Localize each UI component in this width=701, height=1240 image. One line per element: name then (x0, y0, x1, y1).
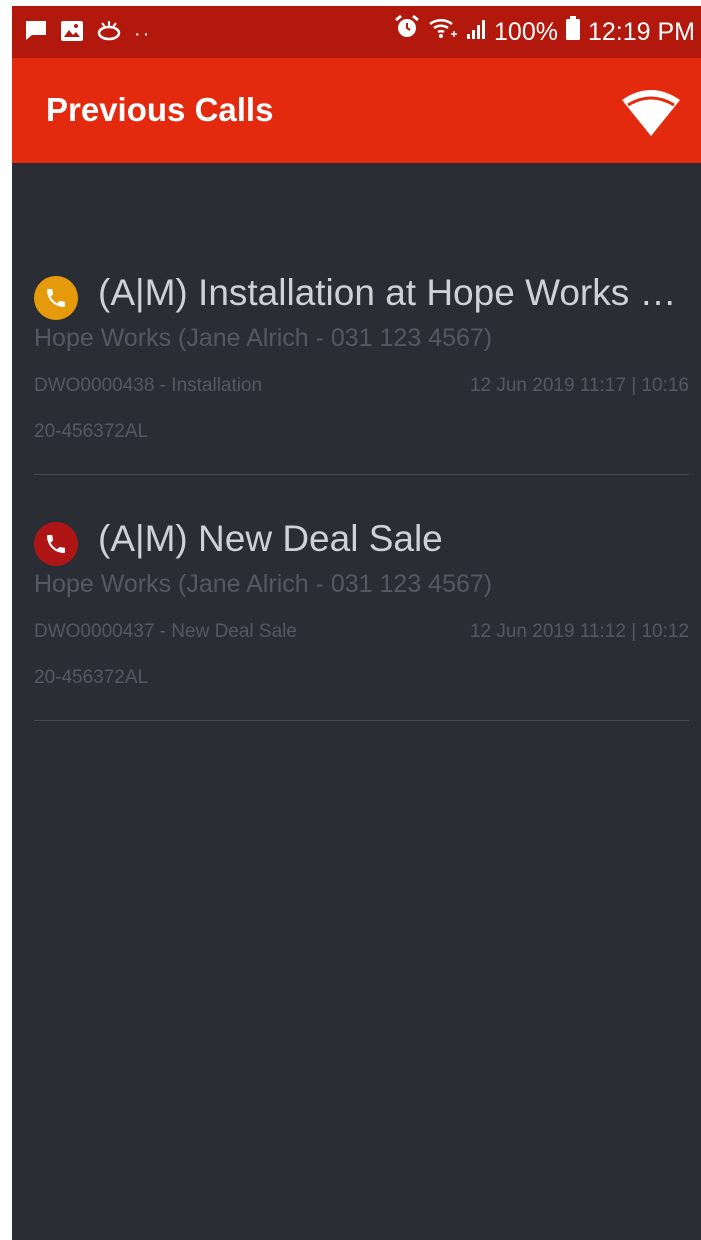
status-bar: ·· 100% 12:19 PM (12, 6, 701, 58)
signal-icon (466, 14, 486, 50)
chat-bubbles-icon (96, 20, 122, 47)
call-timestamp: 12 Jun 2019 11:17 | 10:16 (469, 375, 689, 396)
call-timestamp: 12 Jun 2019 11:12 | 10:12 (469, 621, 689, 642)
alarm-icon (394, 14, 420, 50)
wifi-icon (622, 90, 680, 136)
battery-icon (565, 14, 580, 50)
phone-icon (47, 289, 65, 307)
app-bar: Previous Calls (12, 58, 701, 163)
call-reference: DWO0000438 - Installation (34, 375, 263, 396)
call-reference: DWO0000437 - New Deal Sale (34, 621, 297, 642)
phone-icon (47, 535, 65, 553)
call-contact: Hope Works (Jane Alrich - 031 123 4567) (34, 324, 493, 352)
call-status-indicator (34, 276, 78, 320)
connection-button[interactable] (621, 88, 681, 138)
message-icon (24, 20, 48, 47)
call-status-indicator (34, 522, 78, 566)
app-screen: ·· 100% 12:19 PM Previous Calls (A|M) In… (12, 6, 701, 1240)
call-contact: Hope Works (Jane Alrich - 031 123 4567) (34, 570, 493, 598)
call-code: 20-456372AL (34, 667, 149, 688)
system-status: 100% 12:19 PM (394, 14, 695, 50)
call-title: (A|M) New Deal Sale (98, 518, 443, 559)
call-list-item[interactable]: (A|M) New Deal Sale Hope Works (Jane Alr… (34, 518, 689, 721)
notification-icons: ·· (24, 20, 151, 47)
clock: 12:19 PM (587, 18, 695, 46)
battery-percentage: 100% (494, 18, 558, 46)
image-icon (60, 20, 84, 47)
call-title: (A|M) Installation at Hope Works D… (98, 272, 688, 313)
call-list-item[interactable]: (A|M) Installation at Hope Works D… Hope… (34, 272, 689, 475)
more-notifications-indicator: ·· (134, 22, 152, 45)
call-code: 20-456372AL (34, 421, 149, 442)
wifi-status-icon (428, 14, 458, 50)
page-title: Previous Calls (46, 91, 274, 128)
